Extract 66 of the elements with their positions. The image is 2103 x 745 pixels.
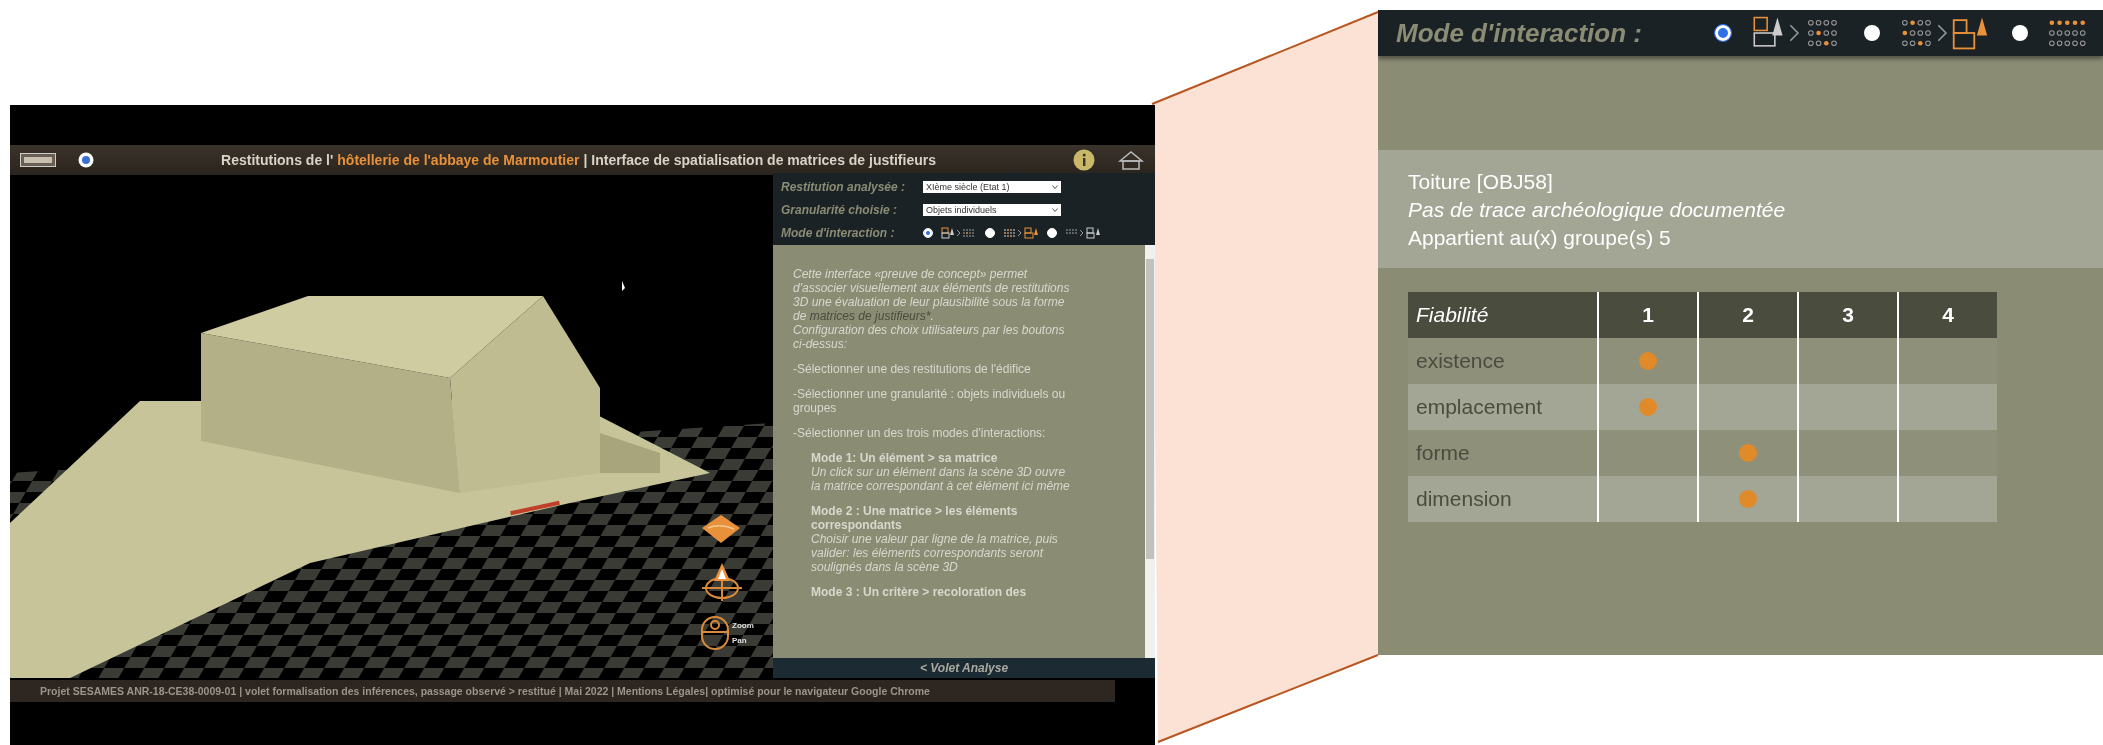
matrix-cell[interactable] — [1698, 338, 1798, 384]
object-name: Toiture [OBJ58] — [1408, 169, 1554, 195]
site-link[interactable]: hôtellerie de l'abbaye de Marmoutier — [337, 152, 580, 168]
mode-radio[interactable] — [2012, 25, 2028, 41]
zoom-label: Zoom — [732, 621, 754, 630]
matrix-cell[interactable] — [1598, 476, 1698, 522]
mode-heading: Mode 3 : Un critère > recoloration des — [810, 585, 1028, 599]
pan-label: Pan — [732, 636, 748, 645]
matrix-cell[interactable] — [1898, 384, 1997, 430]
column-header: 3 — [1798, 292, 1898, 338]
mode-label: Mode d'interaction : — [1396, 17, 1643, 49]
mode-heading: Mode 2 : Une matrice > les éléments correspondants — [810, 504, 1019, 532]
config-text: Configuration des choix utilisateurs par les boutons ci-dessus: — [793, 323, 1066, 351]
matrix-cell[interactable] — [1798, 338, 1898, 384]
objects-to-matrix-icon — [941, 227, 977, 239]
mode-description: Choisir une valeur par ligne de la matrice, puis valider: les éléments correspondants seront soulignés dans la scène 3D — [810, 532, 1059, 574]
scrollbar[interactable] — [1145, 245, 1155, 658]
compass-icon[interactable] — [700, 561, 744, 601]
matrix-cell[interactable] — [1698, 384, 1798, 430]
matrix-cell[interactable] — [1898, 430, 1997, 476]
column-header: 4 — [1898, 292, 1997, 338]
column-header: 1 — [1598, 292, 1698, 338]
footer-text: Projet SESAMES ANR-18-CE38-0009-01 | volet formalisation des inférences, passage observé > restitué | Mai 2022 | Mentions Légales| optimisé pour le navigateur Google Chrome — [40, 685, 930, 697]
matrix-cell[interactable] — [1598, 338, 1698, 384]
mode-radio[interactable] — [1714, 24, 1732, 42]
instruction-text: -Sélectionner une des restitutions de l'édifice — [793, 362, 1032, 376]
row-label: existence — [1408, 338, 1598, 384]
object-note: Pas de trace archéologique documentée — [1408, 197, 1787, 223]
app-subtitle: | Interface de spatialisation de matrices de justifieurs — [583, 152, 936, 168]
mode-description: Un click sur un élément dans la scène 3D ouvre la matrice correspondant à cet élément ici même — [810, 465, 1071, 493]
row-label: forme — [1408, 430, 1598, 476]
matrix-cell[interactable] — [1898, 476, 1997, 522]
info-icon[interactable] — [1073, 149, 1095, 171]
dropdown-field[interactable]: XIème siècle (Etat 1) — [923, 181, 1061, 193]
building-icon[interactable] — [1117, 149, 1145, 171]
matrix-cell[interactable] — [1698, 476, 1798, 522]
matrix-cell[interactable] — [1598, 384, 1698, 430]
logo-icon — [20, 153, 56, 167]
criterion-to-objects-icon — [1065, 227, 1101, 239]
mode-radio[interactable] — [1864, 25, 1880, 41]
matrix-cell[interactable] — [1798, 430, 1898, 476]
field-label: Granularité choisie : — [781, 203, 899, 217]
instruction-text: -Sélectionner une granularité : objets individuels ou groupes — [793, 387, 1067, 415]
matrix-cell[interactable] — [1798, 476, 1898, 522]
row-label: emplacement — [1408, 384, 1598, 430]
matrix-to-objects-icon — [1003, 227, 1039, 239]
scene-viewport[interactable]: Zoom Pan — [10, 173, 773, 678]
dropdown-field[interactable]: Objets individuels — [923, 204, 1061, 216]
field-label: Mode d'interaction : — [781, 226, 896, 240]
column-header: Fiabilité — [1408, 292, 1598, 338]
app-title: Restitutions de l' — [221, 152, 334, 168]
column-header: 2 — [1698, 292, 1798, 338]
row-label: dimension — [1408, 476, 1598, 522]
mode-heading: Mode 1: Un élément > sa matrice — [810, 451, 999, 465]
panel-toggle-button[interactable]: < Volet Analyse — [773, 658, 1155, 678]
mouse-icon — [700, 615, 730, 651]
field-label: Restitution analysée : — [781, 180, 907, 194]
caret-icon — [1052, 208, 1058, 212]
matrix-cell[interactable] — [1698, 430, 1798, 476]
caret-icon — [1052, 185, 1058, 189]
intro-text: Cette interface «preuve de concept» permet d'associer visuellement aux éléments de restitutions 3D une évaluation de leur plausibilité sous la forme de matrices de justifieurs*. — [793, 267, 1071, 323]
matrix-cell[interactable] — [1598, 430, 1698, 476]
matrix-cell[interactable] — [1798, 384, 1898, 430]
matrix-cell[interactable] — [1898, 338, 1997, 384]
instruction-text: -Sélectionner un des trois modes d'interactions: — [793, 426, 1047, 440]
object-groups: Appartient au(x) groupe(s) 5 — [1408, 224, 2073, 252]
